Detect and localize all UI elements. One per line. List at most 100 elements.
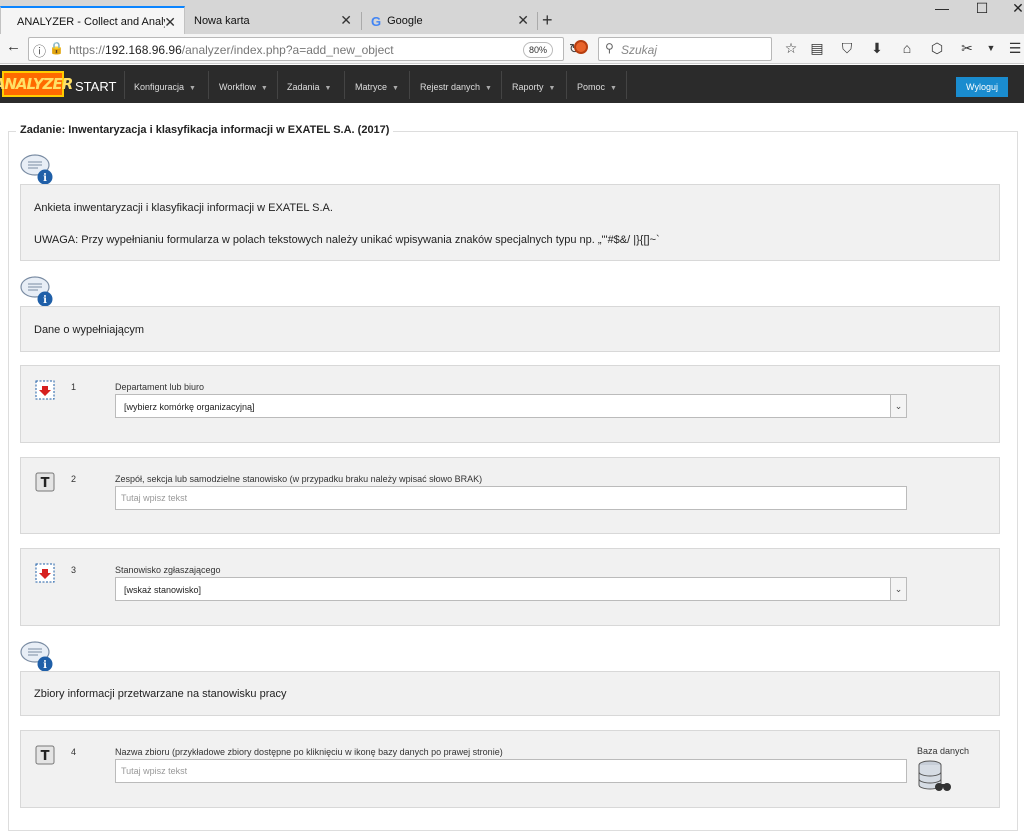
info-bubble-icon: i bbox=[20, 276, 53, 307]
question-panel: 3 Stanowisko zgłaszającego [wskaż stanow… bbox=[20, 548, 1000, 626]
dataset-name-input[interactable] bbox=[115, 759, 907, 783]
menu-raporty[interactable]: Raporty ▼ bbox=[512, 82, 555, 92]
intro-text: Ankieta inwentaryzacji i klasyfikacji in… bbox=[34, 202, 333, 214]
menu-label: Pomoc bbox=[577, 82, 606, 92]
logout-button[interactable]: Wyloguj bbox=[956, 77, 1008, 97]
question-panel: T 2 Zespół, sekcja lub samodzielne stano… bbox=[20, 457, 1000, 534]
menu-divider bbox=[208, 71, 209, 99]
menu-workflow[interactable]: Workflow ▼ bbox=[219, 82, 268, 92]
text-field-icon: T bbox=[35, 745, 55, 765]
chevron-down-icon[interactable]: ⌄ bbox=[890, 395, 906, 417]
pocket-icon[interactable]: ⛉ bbox=[838, 40, 856, 57]
close-icon[interactable]: ✕ bbox=[340, 12, 352, 29]
tab-new[interactable]: Nowa karta ✕ bbox=[178, 6, 360, 36]
department-select[interactable]: [wybierz komórkę organizacyjną] ⌄ bbox=[115, 394, 907, 418]
menu-rejestr-danych[interactable]: Rejestr danych ▼ bbox=[420, 82, 492, 92]
extension-icon[interactable]: ⬡ bbox=[928, 40, 946, 57]
menu-konfiguracja[interactable]: Konfiguracja ▼ bbox=[134, 82, 196, 92]
section-header-panel: Zbiory informacji przetwarzane na stanow… bbox=[20, 671, 1000, 716]
menu-label: Zadania bbox=[287, 82, 320, 92]
intro-panel: Ankieta inwentaryzacji i klasyfikacji in… bbox=[20, 184, 1000, 261]
lock-warning-icon[interactable]: 🔒 bbox=[49, 41, 64, 55]
question-number: 2 bbox=[71, 474, 77, 484]
download-icon[interactable]: ⬇ bbox=[868, 40, 886, 57]
menu-pomoc[interactable]: Pomoc ▼ bbox=[577, 82, 617, 92]
caret-down-icon: ▼ bbox=[189, 85, 196, 92]
browser-nav-bar: ← ⓘ 🔒 https://192.168.96.96/analyzer/ind… bbox=[0, 34, 1024, 64]
tab-title: Google bbox=[387, 15, 423, 27]
menu-divider bbox=[626, 71, 627, 99]
menu-divider bbox=[566, 71, 567, 99]
question-panel: 1 Departament lub biuro [wybierz komórkę… bbox=[20, 365, 1000, 443]
plus-icon[interactable]: + bbox=[542, 10, 553, 31]
dropdown-field-icon bbox=[35, 563, 55, 583]
svg-text:i: i bbox=[43, 660, 47, 671]
caret-down-icon: ▼ bbox=[610, 85, 617, 92]
question-label: Departament lub biuro bbox=[115, 382, 205, 392]
svg-text:i: i bbox=[43, 295, 47, 306]
back-arrow-icon[interactable]: ← bbox=[6, 38, 21, 55]
chevron-down-icon[interactable]: ⌄ bbox=[890, 578, 906, 600]
app-logo[interactable]: ANALYZER bbox=[0, 71, 73, 97]
select-value: [wybierz komórkę organizacyjną] bbox=[124, 402, 255, 412]
chevron-down-icon[interactable]: ▼ bbox=[982, 43, 1000, 53]
app-header: ANALYZER START Konfiguracja ▼ Workflow ▼ Z… bbox=[0, 65, 1024, 103]
tab-google[interactable]: G Google ✕ bbox=[365, 6, 537, 36]
url-host: 192.168.96.96 bbox=[105, 43, 182, 57]
close-icon[interactable]: ✕ bbox=[164, 14, 176, 31]
caret-down-icon: ▼ bbox=[548, 85, 556, 92]
menu-divider bbox=[124, 71, 125, 99]
caret-down-icon: ▼ bbox=[324, 85, 332, 92]
svg-text:T: T bbox=[41, 749, 50, 764]
dropdown-field-icon bbox=[35, 380, 55, 400]
tab-title: ANALYZER - Collect and Analysis bbox=[17, 16, 165, 28]
url-path: /analyzer/index.php?a=add_new_object bbox=[181, 43, 394, 57]
question-number: 3 bbox=[71, 565, 77, 575]
database-icon[interactable] bbox=[917, 759, 951, 793]
menu-zadania[interactable]: Zadania ▼ bbox=[287, 82, 331, 92]
tab-separator bbox=[361, 12, 362, 30]
info-icon[interactable]: ⓘ bbox=[33, 41, 46, 60]
tab-separator bbox=[537, 12, 538, 30]
menu-label: Raporty bbox=[512, 82, 544, 92]
svg-text:T: T bbox=[41, 476, 50, 491]
section-title: Dane o wypełniającym bbox=[34, 324, 145, 336]
caret-down-icon: ▼ bbox=[392, 85, 399, 92]
position-select[interactable]: [wskaż stanowisko] ⌄ bbox=[115, 577, 907, 601]
question-panel: T 4 Nazwa zbioru (przykładowe zbiory dos… bbox=[20, 730, 1000, 808]
zoom-indicator[interactable]: 80% bbox=[523, 42, 553, 58]
menu-label: Rejestr danych bbox=[420, 82, 481, 92]
minimize-icon[interactable]: — bbox=[920, 0, 964, 18]
search-box[interactable]: ⚲ Szukaj bbox=[598, 37, 772, 61]
close-window-icon[interactable]: ✕ bbox=[996, 0, 1024, 18]
search-placeholder: Szukaj bbox=[621, 43, 658, 57]
start-link[interactable]: START bbox=[75, 79, 116, 94]
question-label: Zespół, sekcja lub samodzielne stanowisk… bbox=[115, 474, 483, 484]
star-icon[interactable]: ☆ bbox=[782, 40, 800, 57]
caret-down-icon: ▼ bbox=[485, 85, 492, 92]
screenshot-icon[interactable]: ✂ bbox=[958, 40, 976, 57]
block-icon[interactable] bbox=[574, 40, 588, 54]
close-icon[interactable]: ✕ bbox=[517, 12, 529, 29]
question-label: Stanowisko zgłaszającego bbox=[115, 565, 221, 575]
menu-label: Konfiguracja bbox=[134, 82, 185, 92]
tab-analyzer[interactable]: ANALYZER - Collect and Analysis ✕ bbox=[0, 6, 185, 36]
menu-divider bbox=[277, 71, 278, 99]
menu-divider bbox=[409, 71, 410, 99]
select-value: [wskaż stanowisko] bbox=[124, 585, 202, 595]
google-icon: G bbox=[371, 13, 382, 29]
home-icon[interactable]: ⌂ bbox=[898, 40, 916, 56]
team-input[interactable] bbox=[115, 486, 907, 510]
url-prefix: https:// bbox=[69, 43, 106, 57]
section-header-panel: Dane o wypełniającym bbox=[20, 306, 1000, 352]
info-bubble-icon: i bbox=[20, 154, 53, 185]
search-icon: ⚲ bbox=[605, 41, 614, 55]
reader-list-icon[interactable]: ▤ bbox=[808, 40, 826, 57]
section-title: Zbiory informacji przetwarzane na stanow… bbox=[34, 688, 287, 700]
text-field-icon: T bbox=[35, 472, 55, 492]
hamburger-menu-icon[interactable]: ☰ bbox=[1006, 40, 1024, 57]
menu-matryce[interactable]: Matryce ▼ bbox=[355, 82, 399, 92]
url-bar[interactable]: ⓘ 🔒 https://192.168.96.96/analyzer/index… bbox=[28, 37, 580, 61]
menu-divider bbox=[344, 71, 345, 99]
question-label: Nazwa zbioru (przykładowe zbiory dostępn… bbox=[115, 747, 503, 757]
